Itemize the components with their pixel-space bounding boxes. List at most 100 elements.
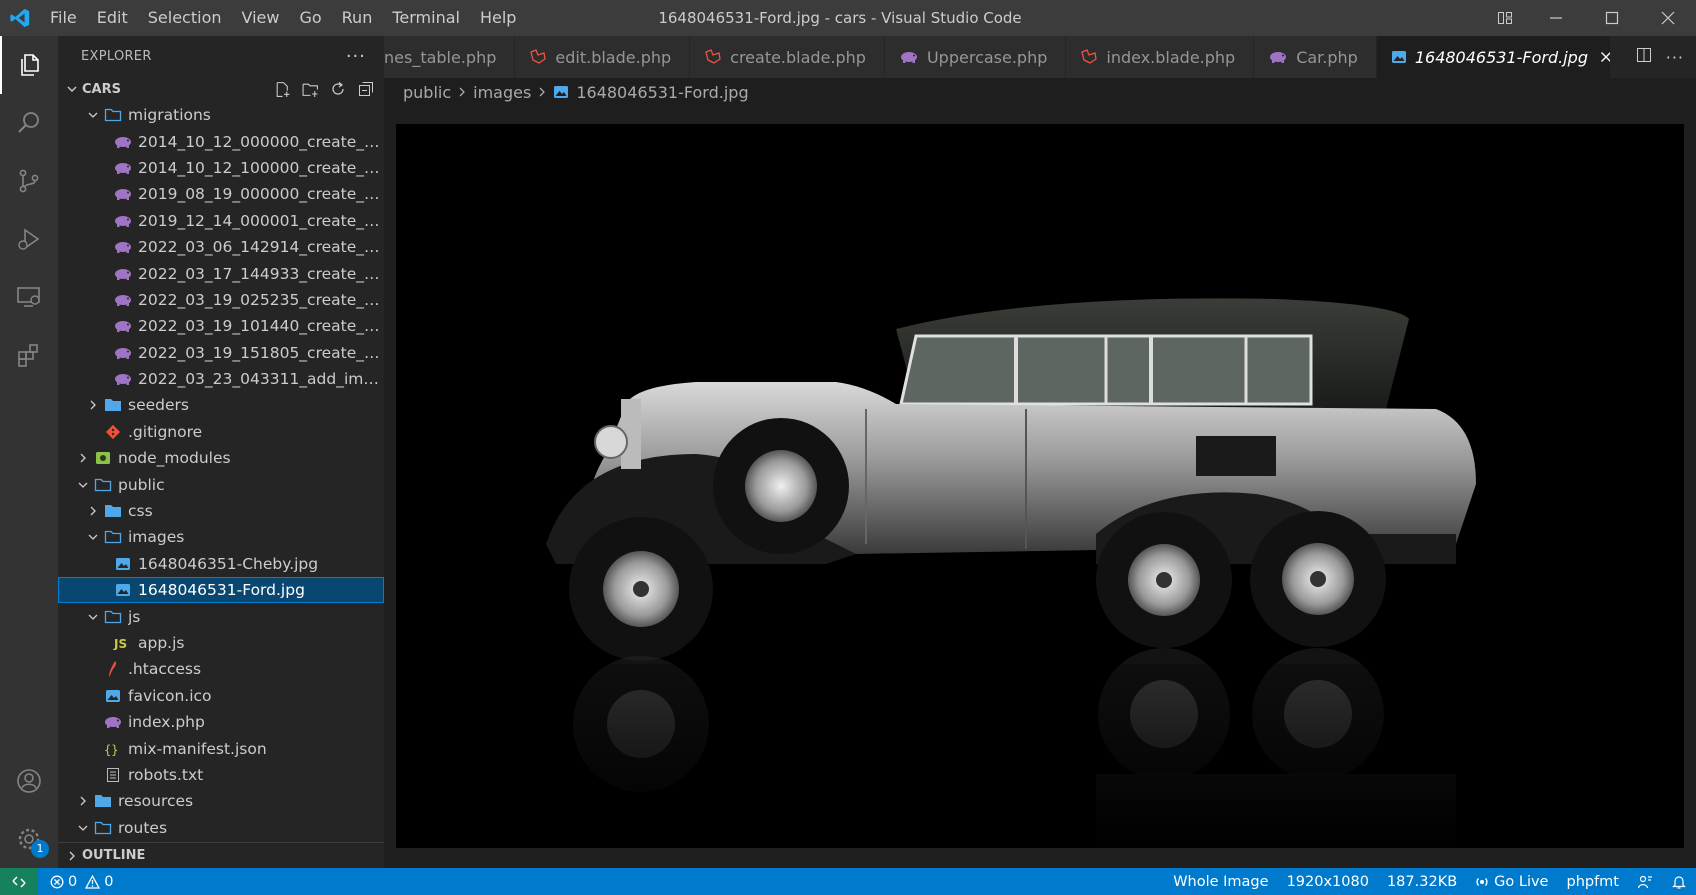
svg-text:{}: {} [104,743,118,756]
editor-tab[interactable]: index.blade.php [1066,36,1255,78]
chevron-down-icon[interactable] [74,819,92,837]
tree-item[interactable]: .gitignore [58,419,384,445]
editor-tab[interactable]: Car.php [1254,36,1377,78]
js-file-icon: JS [112,634,134,652]
editor-tab[interactable]: edit.blade.php [515,36,691,78]
refresh-button[interactable] [324,78,352,100]
activity-run-debug[interactable] [0,210,58,268]
chevron-down-icon[interactable] [74,476,92,494]
new-file-button[interactable] [268,78,296,100]
activity-extensions[interactable] [0,326,58,384]
menu-edit[interactable]: Edit [87,0,138,36]
maximize-button[interactable] [1584,0,1640,36]
tree-item[interactable]: 1648046531-Ford.jpg [58,577,384,604]
tree-item[interactable]: public [58,471,384,497]
tree-item[interactable]: 2022_03_19_101440_create_prod... [58,313,384,339]
explorer-more-actions[interactable]: ··· [346,46,366,67]
go-live-button[interactable]: Go Live [1466,868,1557,895]
activity-search[interactable] [0,94,58,152]
tree-item[interactable]: resources [58,788,384,814]
menu-go[interactable]: Go [289,0,331,36]
tree-item[interactable]: 2022_03_19_025235_create_car_p... [58,287,384,313]
editor-tab[interactable]: nes_table.php [384,36,516,78]
chevron-down-icon[interactable] [84,608,102,626]
activity-remote-explorer[interactable] [0,268,58,326]
close-window-button[interactable] [1640,0,1696,36]
tree-item[interactable]: robots.txt [58,762,384,788]
chevron-right-icon[interactable] [74,449,92,467]
chevron-down-icon[interactable] [84,528,102,546]
menu-selection[interactable]: Selection [138,0,232,36]
tree-item-label: mix-manifest.json [128,739,267,758]
menu-terminal[interactable]: Terminal [382,0,470,36]
breadcrumb-item[interactable]: images [473,83,531,102]
image-preview[interactable] [396,124,1684,848]
tree-item[interactable]: .htaccess [58,656,384,682]
workspace-section-header[interactable]: CARS [58,76,384,102]
tree-item[interactable]: 2014_10_12_100000_create_pass... [58,155,384,181]
tree-item[interactable]: node_modules [58,445,384,471]
minimize-button[interactable] [1528,0,1584,36]
tree-item[interactable]: css [58,498,384,524]
menu-run[interactable]: Run [332,0,383,36]
tree-item[interactable]: routes [58,815,384,841]
chevron-right-icon [457,86,467,98]
more-actions-button[interactable]: ··· [1666,48,1684,67]
tree-item[interactable]: migrations [58,102,384,128]
feedback-button[interactable] [1628,868,1662,895]
error-icon [50,875,64,888]
htaccess-icon [102,660,124,678]
chevron-right-icon[interactable] [84,396,102,414]
outline-section-header[interactable]: OUTLINE [58,842,384,868]
split-editor-button[interactable] [1636,47,1652,67]
phpfmt-status[interactable]: phpfmt [1557,868,1628,895]
activity-accounts[interactable] [0,752,58,810]
image-dimensions-status: 1920x1080 [1286,873,1369,890]
image-size-status: 187.32KB [1386,873,1458,890]
tree-item[interactable]: 2022_03_06_142914_create_cars_... [58,234,384,260]
chevron-right-icon[interactable] [84,502,102,520]
php-file-icon [112,133,134,151]
tree-item[interactable]: {} mix-manifest.json [58,735,384,761]
activity-explorer[interactable] [0,36,58,94]
image-zoom-status[interactable]: Whole Image [1164,868,1277,895]
tree-item[interactable]: index.php [58,709,384,735]
breadcrumb-item[interactable]: public [403,83,451,102]
tab-label: edit.blade.php [555,47,672,67]
new-folder-button[interactable] [296,78,324,100]
json-file-icon: {} [102,740,124,758]
notifications-button[interactable] [1662,868,1696,895]
activity-source-control[interactable] [0,152,58,210]
chevron-down-icon[interactable] [84,106,102,124]
source-control-icon [19,169,39,193]
tree-item[interactable]: js [58,603,384,629]
tree-item[interactable]: 2019_12_14_000001_create_pers... [58,208,384,234]
tree-item[interactable]: favicon.ico [58,683,384,709]
tree-item[interactable]: 2019_08_19_000000_create_faile... [58,181,384,207]
collapse-all-button[interactable] [352,78,380,100]
editor-tab[interactable]: Uppercase.php [884,36,1067,78]
chevron-right-icon[interactable] [74,792,92,810]
breadcrumb-item[interactable]: 1648046531-Ford.jpg [576,83,748,102]
remote-indicator[interactable] [0,868,38,895]
activity-manage[interactable]: 1 [0,810,58,868]
menu-help[interactable]: Help [470,0,526,36]
problems-indicator[interactable]: 0 0 [38,874,113,890]
editor-tab[interactable]: 1648046531-Ford.jpg [1376,36,1631,78]
menu-view[interactable]: View [232,0,290,36]
tree-item[interactable]: 2022_03_17_144933_create_engi... [58,260,384,286]
editor-tab[interactable]: create.blade.php [690,36,885,78]
customize-layout-button[interactable] [1482,0,1528,36]
tree-item[interactable]: 2022_03_19_151805_create_car_p... [58,340,384,366]
tree-item[interactable]: 1648046351-Cheby.jpg [58,551,384,577]
menu-file[interactable]: File [40,0,87,36]
tree-item[interactable]: seeders [58,392,384,418]
tree-item[interactable]: images [58,524,384,550]
tree-item[interactable]: 2022_03_23_043311_add_image_... [58,366,384,392]
tree-item[interactable]: JS app.js [58,630,384,656]
close-icon [1661,11,1675,25]
tree-item[interactable]: 2014_10_12_000000_create_users... [58,128,384,154]
